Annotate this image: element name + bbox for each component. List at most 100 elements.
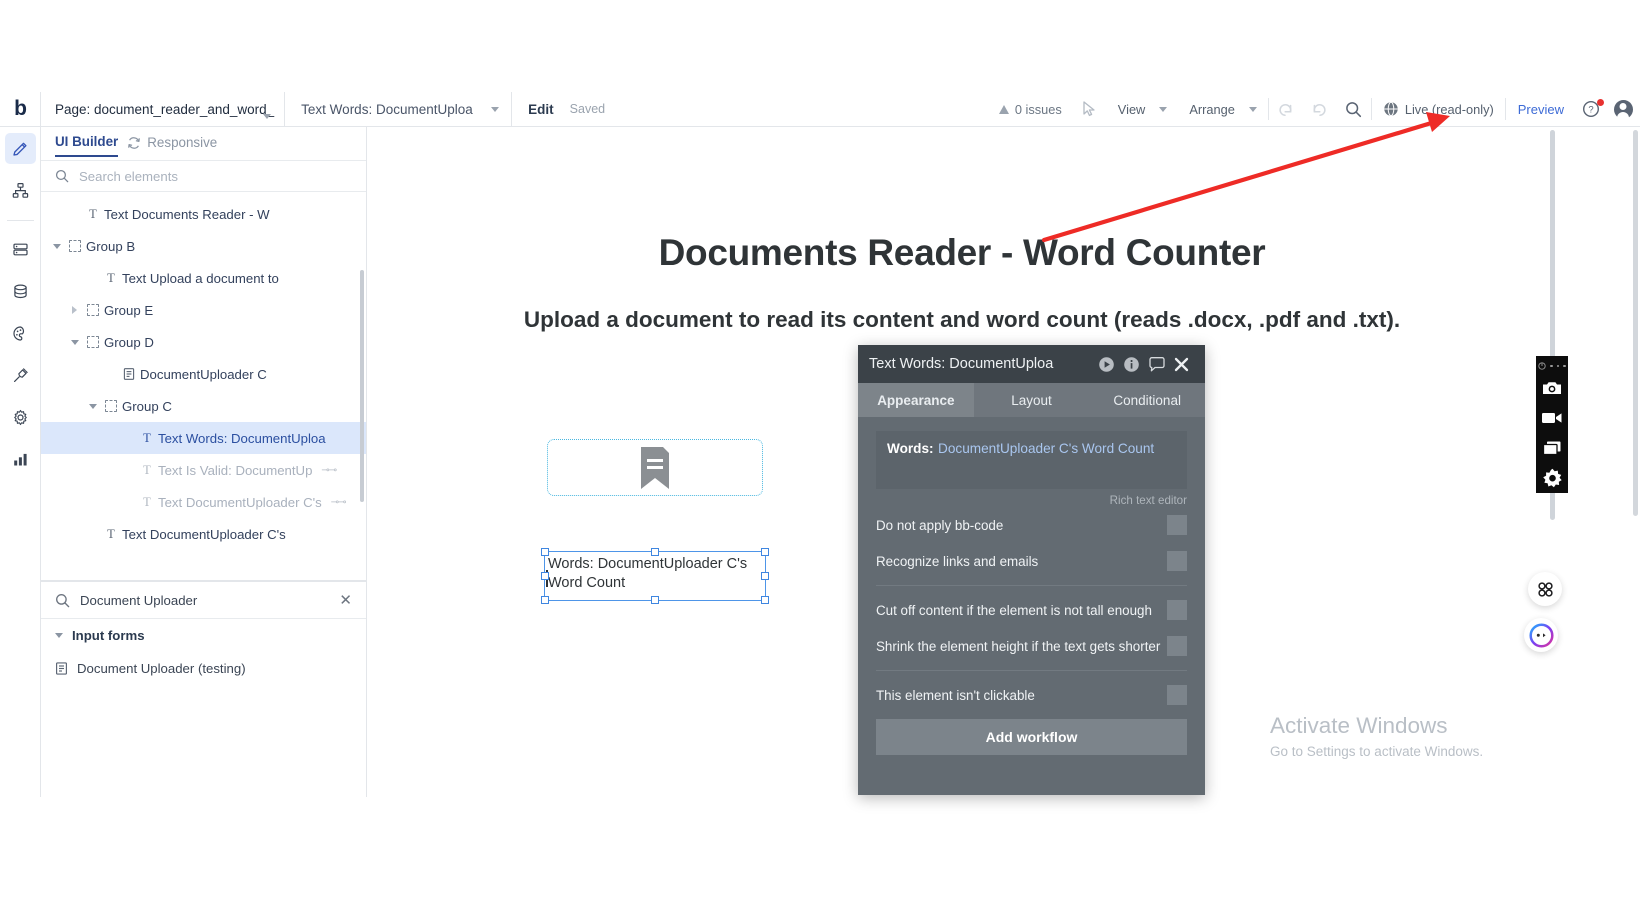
tab-layout[interactable]: Layout [974, 383, 1090, 417]
tab-responsive[interactable]: Responsive [127, 135, 217, 156]
close-icon[interactable]: ✕ [339, 591, 352, 609]
page-title[interactable]: Documents Reader - Word Counter [367, 232, 1557, 274]
assistant-icon[interactable] [1524, 618, 1558, 652]
rich-text-editor-hint[interactable]: Rich text editor [876, 489, 1187, 507]
resize-handle-ne[interactable] [761, 548, 769, 556]
tree-item[interactable]: TText DocumentUploader C's⊸⊸ [41, 486, 366, 518]
bubble-logo-icon: b [14, 97, 26, 121]
checkbox-not-clickable[interactable] [1167, 685, 1187, 705]
checkbox-row-recognize-links[interactable]: Recognize links and emails [876, 543, 1187, 579]
search-elements-field[interactable] [41, 160, 366, 192]
user-avatar-icon[interactable] [1606, 92, 1640, 127]
toolbar-drag-handle[interactable] [1538, 359, 1566, 373]
help-button[interactable]: ? [1576, 92, 1606, 127]
add-workflow-button[interactable]: Add workflow [876, 719, 1187, 755]
tree-item[interactable]: TText Upload a document to [41, 262, 366, 294]
tab-conditional[interactable]: Conditional [1089, 383, 1205, 417]
chevron-down-icon [1249, 107, 1257, 112]
checkbox-shrink-height[interactable] [1167, 636, 1187, 656]
gear-icon[interactable] [1536, 463, 1568, 493]
resize-handle-n[interactable] [651, 548, 659, 556]
checkbox-bbcode[interactable] [1167, 515, 1187, 535]
selected-text-element[interactable]: Words: DocumentUploader C's Word Count [544, 551, 766, 601]
tree-item[interactable]: TText Words: DocumentUploa [41, 422, 366, 454]
redo-icon[interactable] [1303, 92, 1337, 127]
resize-handle-nw[interactable] [541, 548, 549, 556]
issues-indicator[interactable]: 0 issues [988, 92, 1073, 127]
cursor-arrow-icon[interactable] [1073, 92, 1107, 127]
element-tree[interactable]: TText Documents Reader - WGroup BTText U… [41, 192, 366, 580]
app-logo[interactable]: b [0, 92, 41, 127]
view-menu[interactable]: View [1107, 92, 1179, 127]
tree-item[interactable]: Group C [41, 390, 366, 422]
checkbox-row-not-clickable[interactable]: This element isn't clickable [876, 677, 1187, 713]
group-icon [100, 400, 122, 412]
rich-text-editor-field[interactable]: Words: DocumentUploader C's Word Count [876, 431, 1187, 489]
video-camera-icon[interactable] [1536, 403, 1568, 433]
checkbox-row-bbcode[interactable]: Do not apply bb-code [876, 507, 1187, 543]
windows-icon[interactable] [1536, 433, 1568, 463]
styles-icon[interactable] [5, 318, 36, 349]
tree-item[interactable]: TText Is Valid: DocumentUp⊸⊸ [41, 454, 366, 486]
finder-group-input-forms[interactable]: Input forms [41, 619, 366, 652]
element-finder-search[interactable]: ✕ [41, 581, 366, 619]
document-uploader-element[interactable] [547, 439, 763, 496]
tree-item[interactable]: Group E [41, 294, 366, 326]
arrange-menu[interactable]: Arrange [1178, 92, 1268, 127]
twisty-closed[interactable] [67, 306, 82, 314]
twisty-open[interactable] [49, 244, 64, 249]
resize-handle-sw[interactable] [541, 596, 549, 604]
resize-handle-s[interactable] [651, 596, 659, 604]
resize-handle-e[interactable] [761, 572, 769, 580]
undo-icon[interactable] [1269, 92, 1303, 127]
page-subtitle[interactable]: Upload a document to read its content an… [367, 307, 1557, 333]
chevron-down-icon [1159, 107, 1167, 112]
checkbox-row-cut-off-content[interactable]: Cut off content if the element is not ta… [876, 592, 1187, 628]
settings-icon[interactable] [5, 402, 36, 433]
camera-icon[interactable] [1536, 373, 1568, 403]
tab-ui-builder[interactable]: UI Builder [55, 134, 118, 157]
checkbox-cut-off-content[interactable] [1167, 600, 1187, 620]
top-toolbar: b Page: document_reader_and_word_ Text W… [0, 92, 1640, 127]
workflow-icon[interactable] [5, 175, 36, 206]
checkbox-recognize-links[interactable] [1167, 551, 1187, 571]
database-icon[interactable] [5, 276, 36, 307]
page-selector[interactable]: Page: document_reader_and_word_ [41, 92, 285, 127]
preview-button[interactable]: Preview [1506, 102, 1576, 117]
tree-item[interactable]: TText DocumentUploader C's [41, 518, 366, 550]
grid-apps-icon[interactable] [1528, 572, 1562, 606]
hidden-eye-icon[interactable]: ⊸⊸ [321, 465, 336, 476]
twisty-open[interactable] [85, 404, 100, 409]
live-mode-selector[interactable]: Live (read-only) [1372, 92, 1505, 127]
tree-item[interactable]: Group B [41, 230, 366, 262]
logs-icon[interactable] [5, 444, 36, 475]
comment-icon[interactable] [1144, 345, 1169, 383]
search-input[interactable] [79, 169, 352, 184]
hidden-eye-icon[interactable]: ⊸⊸ [331, 497, 346, 508]
rich-text-dynamic-expression[interactable]: DocumentUploader C's Word Count [938, 441, 1154, 456]
property-editor-header[interactable]: Text Words: DocumentUploa [858, 345, 1205, 383]
element-selector[interactable]: Text Words: DocumentUploa [285, 92, 512, 127]
design-icon[interactable] [5, 133, 36, 164]
tree-item[interactable]: DocumentUploader C [41, 358, 366, 390]
screen-recorder-toolbar[interactable] [1536, 356, 1568, 493]
plugins-icon[interactable] [5, 360, 36, 391]
finder-item-document-uploader[interactable]: Document Uploader (testing) [41, 652, 366, 684]
resize-handle-se[interactable] [761, 596, 769, 604]
data-icon[interactable] [5, 234, 36, 265]
close-icon[interactable] [1169, 345, 1194, 383]
page-scrollbar[interactable] [1633, 130, 1638, 516]
tree-item[interactable]: TText Documents Reader - W [41, 198, 366, 230]
resize-handle-w[interactable] [541, 572, 549, 580]
play-icon[interactable] [1094, 345, 1119, 383]
property-editor-dialog[interactable]: Text Words: DocumentUploa Appearance Lay… [858, 345, 1205, 795]
tab-appearance[interactable]: Appearance [858, 383, 974, 417]
edit-label[interactable]: Edit [528, 102, 554, 117]
info-icon[interactable] [1119, 345, 1144, 383]
element-finder-input[interactable] [80, 593, 329, 608]
checkbox-row-shrink-height[interactable]: Shrink the element height if the text ge… [876, 628, 1187, 664]
twisty-open[interactable] [67, 340, 82, 345]
tree-scrollbar[interactable] [360, 270, 364, 502]
search-icon[interactable] [1337, 92, 1371, 127]
tree-item[interactable]: Group D [41, 326, 366, 358]
